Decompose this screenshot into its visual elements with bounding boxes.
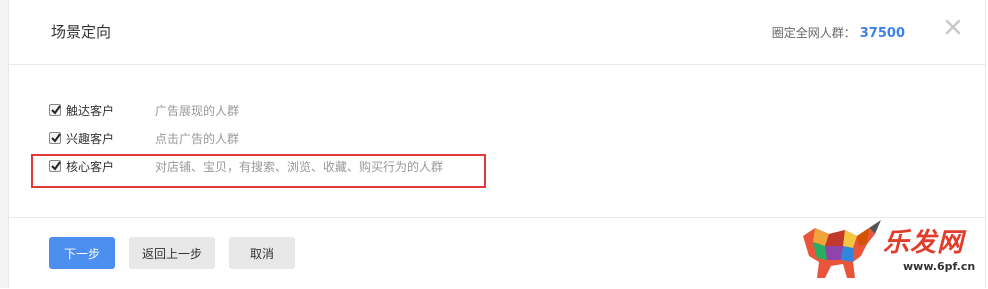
annotation-highlight-box (31, 154, 486, 188)
next-step-button[interactable]: 下一步 (49, 237, 115, 269)
close-icon[interactable] (943, 17, 963, 37)
checkmark-icon (51, 105, 61, 115)
option-interest-customers[interactable]: 兴趣客户 点击广告的人群 (49, 129, 239, 147)
dialog-header: 场景定向 圈定全网人群： 37500 (9, 0, 985, 65)
watermark-url: www.6pf.cn (903, 260, 976, 273)
scene-targeting-dialog: 场景定向 圈定全网人群： 37500 触达客户 广告展现的人群 兴趣客户 点击广告… (8, 0, 986, 288)
backdrop-edge (0, 0, 8, 288)
option-label: 触达客户 (66, 103, 115, 118)
site-watermark: 乐发网 www.6pf.cn (795, 212, 985, 288)
dialog-title: 场景定向 (51, 23, 112, 41)
dialog-body: 触达客户 广告展现的人群 兴趣客户 点击广告的人群 核心客户 对店铺、宝贝，有搜… (9, 65, 985, 217)
option-description: 广告展现的人群 (155, 103, 240, 118)
audience-count-summary: 圈定全网人群： 37500 (772, 24, 905, 41)
option-description: 点击广告的人群 (155, 131, 240, 146)
checkbox-interest-customers[interactable] (49, 132, 61, 144)
bull-logo-icon (803, 220, 881, 278)
cancel-button[interactable]: 取消 (229, 237, 295, 269)
option-reach-customers[interactable]: 触达客户 广告展现的人群 (49, 101, 239, 119)
checkbox-reach-customers[interactable] (49, 104, 61, 116)
checkmark-icon (51, 133, 61, 143)
audience-count-label: 圈定全网人群： (771, 26, 856, 40)
back-button[interactable]: 返回上一步 (129, 237, 215, 269)
option-label: 兴趣客户 (66, 131, 115, 146)
audience-count-value: 37500 (859, 26, 905, 41)
watermark-logo-text: 乐发网 (883, 228, 965, 258)
